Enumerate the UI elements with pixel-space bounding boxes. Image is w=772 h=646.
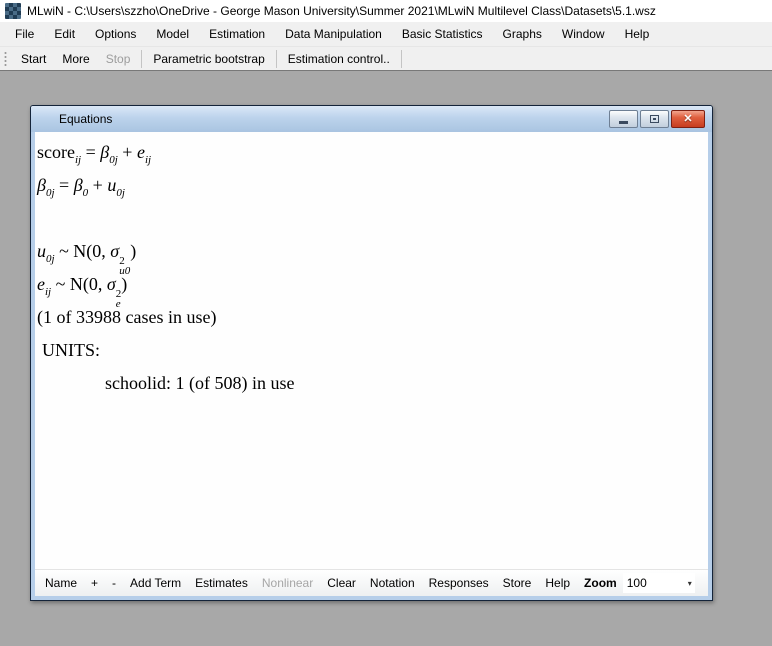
menu-data-manipulation[interactable]: Data Manipulation xyxy=(275,22,392,46)
eq-toolbar-store[interactable]: Store xyxy=(496,570,539,596)
zoom-label: Zoom xyxy=(577,576,623,590)
main-titlebar[interactable]: MLwiN - C:\Users\szzho\OneDrive - George… xyxy=(0,0,772,22)
eq-toolbar-plus[interactable]: + xyxy=(84,570,105,596)
toolbar-more[interactable]: More xyxy=(54,48,97,70)
eq-toolbar-name[interactable]: Name xyxy=(38,570,84,596)
equation-token: 0j xyxy=(116,187,125,199)
eq-toolbar-clear[interactable]: Clear xyxy=(320,570,363,596)
equation-token: ) xyxy=(130,241,136,261)
menu-file[interactable]: File xyxy=(5,22,44,46)
equation-e-distribution[interactable]: eij ~ N(0, σ2e) xyxy=(37,268,708,301)
equations-window-controls: ✕ xyxy=(609,110,705,128)
dropdown-arrow-icon: ▾ xyxy=(688,579,692,588)
minimize-button[interactable] xyxy=(609,110,638,128)
menu-help[interactable]: Help xyxy=(615,22,660,46)
restore-icon xyxy=(650,115,659,123)
equation-token: ij xyxy=(145,154,151,166)
units-label: UNITS: xyxy=(37,334,708,367)
equation-u-distribution[interactable]: u0j ~ N(0, σ2u0) xyxy=(37,235,708,268)
equation-token: ~ N(0, xyxy=(51,274,107,294)
equation-token: β xyxy=(100,142,109,162)
equation-token: + xyxy=(88,175,107,195)
equation-token: = xyxy=(81,142,100,162)
equation-beta0j[interactable]: β0j = β0 + u0j xyxy=(37,169,708,202)
equation-token: schoolid: 1 (of 508) in use xyxy=(105,373,294,393)
menu-options[interactable]: Options xyxy=(85,22,146,46)
menu-basic-statistics[interactable]: Basic Statistics xyxy=(392,22,493,46)
menu-graphs[interactable]: Graphs xyxy=(493,22,552,46)
equation-token: 0j xyxy=(46,253,55,265)
units-schoolid-status: schoolid: 1 (of 508) in use xyxy=(37,367,708,400)
equation-token: e xyxy=(137,142,145,162)
toolbar-separator xyxy=(401,50,402,68)
zoom-select[interactable]: 100 ▾ xyxy=(623,573,695,593)
equation-token: = xyxy=(55,175,74,195)
equation-score[interactable]: scoreij = β0j + eij xyxy=(37,136,708,169)
equation-token: ) xyxy=(121,274,127,294)
equation-token: β xyxy=(37,175,46,195)
main-window-title: MLwiN - C:\Users\szzho\OneDrive - George… xyxy=(27,4,656,18)
equation-token: 0j xyxy=(109,154,118,166)
equations-bottom-toolbar: Name+-Add TermEstimatesNonlinearClearNot… xyxy=(35,569,708,596)
mlwin-app-icon xyxy=(5,3,21,19)
mdi-client-area: Equations ✕ scoreij = β0j + eijβ0j = β0 … xyxy=(0,72,772,646)
equation-token: u xyxy=(107,175,116,195)
equation-token: 0j xyxy=(46,187,55,199)
toolbar-separator xyxy=(276,50,277,68)
eq-toolbar-help[interactable]: Help xyxy=(538,570,577,596)
estimation-toolbar: StartMoreStop Parametric bootstrap Estimat… xyxy=(0,47,772,71)
equation-token: (1 of 33988 cases in use) xyxy=(37,307,216,327)
toolbar-start[interactable]: Start xyxy=(13,48,54,70)
toolbar-stop: Stop xyxy=(98,48,139,70)
toolbar-grip-handle[interactable] xyxy=(4,51,7,67)
menubar: FileEditOptionsModelEstimationData Manip… xyxy=(0,22,772,47)
equation-token: + xyxy=(118,142,137,162)
close-button[interactable]: ✕ xyxy=(671,110,705,128)
toolbar-parametric-bootstrap[interactable]: Parametric bootstrap xyxy=(145,48,272,70)
equation-token: β xyxy=(74,175,83,195)
toolbar-separator xyxy=(141,50,142,68)
equation-token: score xyxy=(37,142,75,162)
eq-toolbar-responses[interactable]: Responses xyxy=(422,570,496,596)
cases-in-use-status: (1 of 33988 cases in use) xyxy=(37,301,708,334)
eq-toolbar-add-term[interactable]: Add Term xyxy=(123,570,188,596)
equations-content-area: scoreij = β0j + eijβ0j = β0 + u0ju0j ~ N… xyxy=(35,132,708,569)
menu-estimation[interactable]: Estimation xyxy=(199,22,275,46)
equations-titlebar[interactable]: Equations ✕ xyxy=(31,106,712,132)
equations-window: Equations ✕ scoreij = β0j + eijβ0j = β0 … xyxy=(30,105,713,601)
toolbar-estimation-control[interactable]: Estimation control.. xyxy=(280,48,398,70)
menu-edit[interactable]: Edit xyxy=(44,22,85,46)
equation-token: u xyxy=(37,241,46,261)
equation-token: e xyxy=(37,274,45,294)
restore-button[interactable] xyxy=(640,110,669,128)
menu-window[interactable]: Window xyxy=(552,22,615,46)
equation-token: UNITS: xyxy=(42,340,100,360)
equation-token: σ xyxy=(110,241,119,261)
eq-toolbar-notation[interactable]: Notation xyxy=(363,570,422,596)
menu-model[interactable]: Model xyxy=(146,22,199,46)
eq-toolbar-nonlinear: Nonlinear xyxy=(255,570,320,596)
zoom-value: 100 xyxy=(627,576,647,590)
equation-blank xyxy=(37,202,708,235)
eq-toolbar-estimates[interactable]: Estimates xyxy=(188,570,255,596)
equation-token: σ xyxy=(107,274,116,294)
mlwin-main-window: MLwiN - C:\Users\szzho\OneDrive - George… xyxy=(0,0,772,646)
equation-token: ~ N(0, xyxy=(55,241,111,261)
minimize-icon xyxy=(619,121,628,124)
close-icon: ✕ xyxy=(683,111,692,127)
eq-toolbar-minus[interactable]: - xyxy=(105,570,123,596)
